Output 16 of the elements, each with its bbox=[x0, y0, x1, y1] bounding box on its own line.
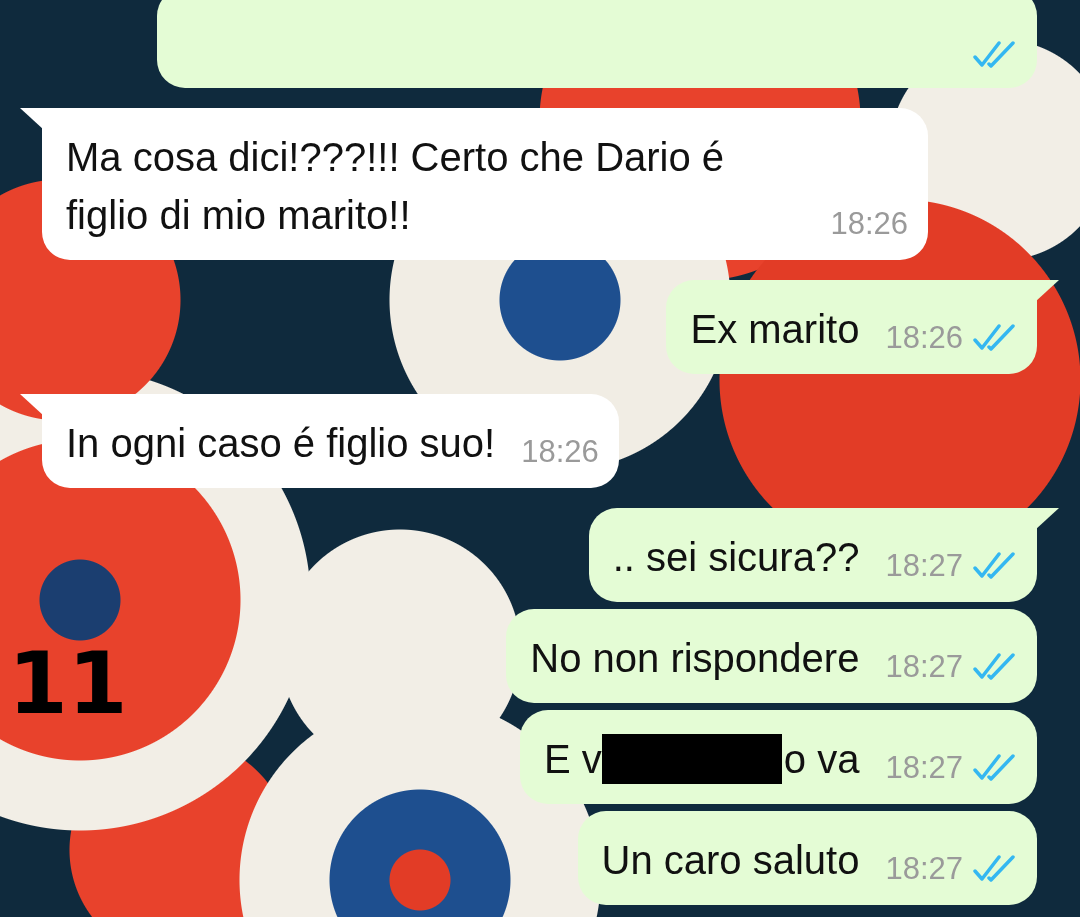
message-time: 18:27 bbox=[885, 851, 963, 887]
message-text: .. sei sicura?? bbox=[612, 534, 860, 581]
message-time: 18:26 bbox=[830, 206, 908, 242]
message-text: No non rispondere bbox=[530, 635, 860, 682]
message-time: 18:27 bbox=[885, 548, 963, 584]
message-text: Ex marito bbox=[690, 306, 860, 353]
message-text: Ma cosa dici!???!!! Certo che Dario é figlio di mio marito!! bbox=[66, 134, 726, 239]
message-time: 18:27 bbox=[885, 750, 963, 786]
handwritten-number: 11 bbox=[8, 640, 128, 726]
message-text: Un caro saluto bbox=[601, 837, 860, 884]
message-time: 18:26 bbox=[521, 434, 599, 470]
message-time: 18:26 bbox=[885, 320, 963, 356]
message-text: E v bbox=[544, 736, 602, 783]
message-text: o va bbox=[783, 736, 860, 783]
message-time: 18:27 bbox=[885, 649, 963, 685]
message-text: In ogni caso é figlio suo! bbox=[66, 420, 496, 467]
